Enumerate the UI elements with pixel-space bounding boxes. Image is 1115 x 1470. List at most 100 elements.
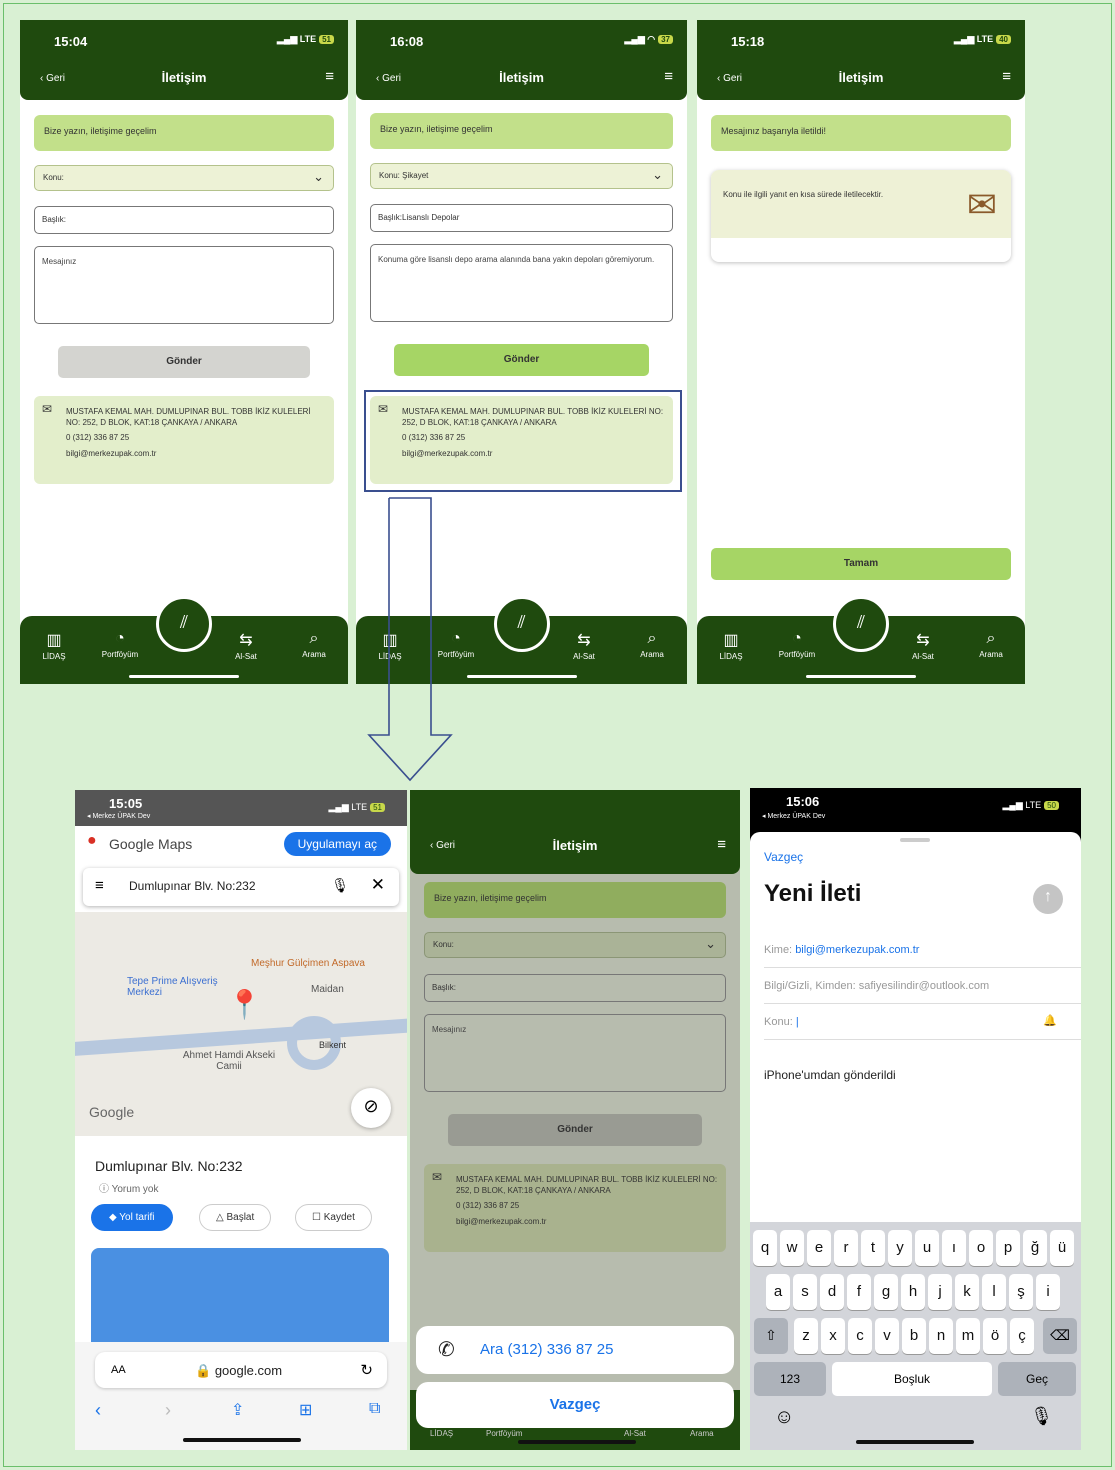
key-m[interactable]: m (956, 1318, 980, 1354)
key-y[interactable]: y (888, 1230, 912, 1266)
shift-key[interactable]: ⇧ (754, 1318, 788, 1354)
home-hub-icon[interactable]: ⫽ (833, 596, 889, 652)
key-p[interactable]: p (996, 1230, 1020, 1266)
space-key[interactable]: Boşluk (832, 1362, 992, 1396)
go-key[interactable]: Geç (998, 1362, 1076, 1396)
hamburger-menu-icon[interactable]: ≡ (664, 68, 673, 85)
hamburger-menu-icon[interactable]: ≡ (1002, 68, 1011, 85)
email-link[interactable]: bilgi@merkezupak.com.tr (456, 1216, 718, 1227)
tab-search[interactable]: ⌕ Arama (622, 630, 682, 659)
key-z[interactable]: z (794, 1318, 818, 1354)
key-ç[interactable]: ç (1010, 1318, 1034, 1354)
key-f[interactable]: f (847, 1274, 871, 1310)
start-button[interactable]: △ Başlat (199, 1204, 272, 1231)
key-e[interactable]: e (807, 1230, 831, 1266)
tab-lidas[interactable]: ▥ LİDAŞ (701, 630, 761, 661)
hamburger-menu-icon[interactable]: ≡ (325, 68, 334, 85)
subject-select[interactable]: Konu: Şikayet ⌄ (370, 163, 673, 189)
map-view[interactable]: Meşhur Gülçimen Aspava Tepe Prime Alışve… (75, 912, 407, 1136)
bookmarks-icon[interactable]: ⊞ (299, 1400, 312, 1420)
message-textarea[interactable]: Konuma göre lisanslı depo arama alanında… (370, 244, 673, 322)
home-hub-icon[interactable]: ⫽ (493, 596, 550, 652)
to-row[interactable]: Kime: bilgi@merkezupak.com.tr (764, 932, 1081, 968)
hamburger-menu-icon[interactable]: ≡ (717, 836, 726, 853)
tab-trade[interactable]: ⇆ Al-Sat (893, 630, 953, 661)
key-b[interactable]: b (902, 1318, 926, 1354)
tab-portfolio[interactable]: ◔ Portföyüm (90, 630, 150, 659)
locate-button[interactable]: ⊘ (351, 1088, 391, 1128)
body-text[interactable]: iPhone'umdan gönderildi (764, 1068, 896, 1082)
send-button[interactable]: Gönder (448, 1114, 702, 1146)
key-o[interactable]: o (969, 1230, 993, 1266)
subject-row[interactable]: Konu: | 🔔 (764, 1004, 1081, 1040)
title-field[interactable]: Başlık: (424, 974, 726, 1002)
key-w[interactable]: w (780, 1230, 804, 1266)
open-app-button[interactable]: Uygulamayı aç (283, 832, 391, 856)
save-button[interactable]: ☐ Kaydet (295, 1204, 372, 1231)
cancel-button[interactable]: Vazgeç (764, 850, 803, 864)
key-n[interactable]: n (929, 1318, 953, 1354)
key-c[interactable]: c (848, 1318, 872, 1354)
search-box[interactable]: ≡ Dumlupınar Blv. No:232 🎙 ✕ (83, 868, 399, 906)
tab-lidas[interactable]: ▥ LİDAŞ (24, 630, 84, 661)
key-t[interactable]: t (861, 1230, 885, 1266)
cancel-button[interactable]: Vazgeç (416, 1382, 734, 1428)
send-icon[interactable]: ↑ (1033, 884, 1063, 914)
subject-select[interactable]: Konu: ⌄ (424, 932, 726, 958)
emoji-icon[interactable]: ☺ (774, 1406, 794, 1429)
tab-trade[interactable]: ⇆ Al-Sat (554, 630, 614, 661)
text-size-button[interactable]: AA (111, 1364, 126, 1376)
message-textarea[interactable]: Mesajınız (424, 1014, 726, 1092)
url-bar[interactable]: AA 🔒 google.com ↻ (95, 1352, 387, 1388)
delete-key[interactable]: ⌫ (1043, 1318, 1077, 1354)
title-field[interactable]: Başlık: (34, 206, 334, 234)
key-j[interactable]: j (928, 1274, 952, 1310)
subject-select[interactable]: Konu: ⌄ (34, 165, 334, 191)
key-r[interactable]: r (834, 1230, 858, 1266)
route-button[interactable]: ◆ Yol tarifi (91, 1204, 173, 1231)
key-l[interactable]: l (982, 1274, 1006, 1310)
send-button[interactable]: Gönder (58, 346, 310, 378)
key-v[interactable]: v (875, 1318, 899, 1354)
key-ğ[interactable]: ğ (1023, 1230, 1047, 1266)
key-ü[interactable]: ü (1050, 1230, 1074, 1266)
key-s[interactable]: s (793, 1274, 817, 1310)
numbers-key[interactable]: 123 (754, 1362, 826, 1396)
key-ö[interactable]: ö (983, 1318, 1007, 1354)
home-hub-icon[interactable]: ⫽ (156, 596, 212, 652)
call-action[interactable]: ✆ Ara (312) 336 87 25 (416, 1326, 734, 1374)
key-u[interactable]: u (915, 1230, 939, 1266)
tab-search[interactable]: ⌕ Arama (284, 630, 344, 659)
key-d[interactable]: d (820, 1274, 844, 1310)
key-x[interactable]: x (821, 1318, 845, 1354)
email-link[interactable]: bilgi@merkezupak.com.tr (66, 448, 326, 459)
close-icon[interactable]: ✕ (371, 875, 385, 895)
key-q[interactable]: q (753, 1230, 777, 1266)
key-a[interactable]: a (766, 1274, 790, 1310)
title-field[interactable]: Başlık:Lisanslı Depolar (370, 204, 673, 232)
bell-icon[interactable]: 🔔 (1043, 1014, 1057, 1027)
key-ş[interactable]: ş (1009, 1274, 1033, 1310)
key-g[interactable]: g (874, 1274, 898, 1310)
key-k[interactable]: k (955, 1274, 979, 1310)
tabs-icon[interactable]: ⧉ (369, 1400, 380, 1418)
key-i[interactable]: i (1036, 1274, 1060, 1310)
ok-button[interactable]: Tamam (711, 548, 1011, 580)
tab-search[interactable]: ⌕ Arama (961, 630, 1021, 659)
back-to-app[interactable]: ◂ Merkez ÜPAK Dev (762, 812, 825, 820)
forward-icon[interactable]: › (165, 1400, 171, 1421)
send-button[interactable]: Gönder (394, 344, 649, 376)
tab-portfolio[interactable]: ◔ Portföyüm (767, 630, 827, 659)
key-h[interactable]: h (901, 1274, 925, 1310)
microphone-icon[interactable]: 🎙 (1030, 1406, 1053, 1427)
back-icon[interactable]: ‹ (95, 1400, 101, 1421)
share-icon[interactable]: ⇪ (231, 1400, 244, 1420)
key-ı[interactable]: ı (942, 1230, 966, 1266)
phone-link[interactable]: 0 (312) 336 87 25 (456, 1200, 718, 1211)
menu-icon[interactable]: ≡ (95, 877, 104, 894)
back-to-app[interactable]: ◂ Merkez ÜPAK Dev (87, 812, 150, 820)
tab-trade[interactable]: ⇆ Al-Sat (216, 630, 276, 661)
reload-icon[interactable]: ↻ (360, 1361, 373, 1379)
message-textarea[interactable]: Mesajınız (34, 246, 334, 324)
microphone-icon[interactable]: 🎙 (331, 877, 349, 894)
